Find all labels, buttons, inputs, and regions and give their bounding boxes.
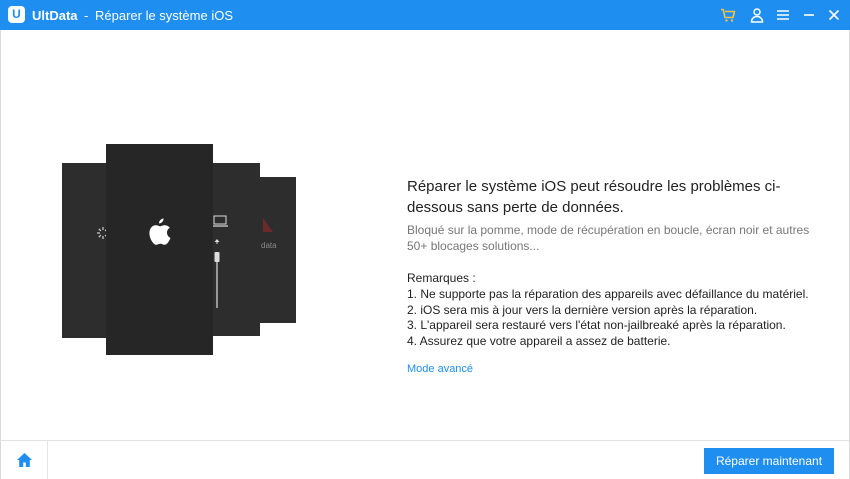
phone-card-apple — [106, 144, 213, 355]
main-content: data Réparer le système iOS peut résoudr… — [0, 30, 850, 440]
home-icon — [17, 453, 32, 467]
description: Bloqué sur la pomme, mode de récupératio… — [407, 223, 810, 253]
page-heading: Réparer le système iOS peut résoudre les… — [407, 178, 781, 216]
data-label: data — [261, 241, 277, 250]
note-item: 1. Ne supporte pas la réparation des app… — [407, 287, 809, 301]
notes-title: Remarques : — [407, 271, 476, 285]
apple-logo-icon — [149, 218, 171, 245]
phone-card-loading — [62, 163, 109, 338]
repair-now-button[interactable]: Réparer maintenant — [704, 448, 834, 474]
phone-card-laptop — [211, 163, 260, 336]
cart-icon[interactable] — [720, 7, 736, 23]
app-name: UltData — [32, 8, 78, 23]
home-button[interactable] — [1, 441, 48, 479]
note-item: 4. Assurez que votre appareil a assez de… — [407, 333, 671, 348]
title-separator: - — [84, 8, 89, 23]
notes-list: 1. Ne supporte pas la réparation des app… — [407, 287, 809, 349]
footer-bar: Réparer maintenant — [0, 440, 850, 479]
minimize-icon[interactable] — [801, 7, 817, 23]
laptop-icon — [212, 215, 228, 227]
menu-icon[interactable] — [775, 7, 791, 23]
user-icon[interactable] — [749, 7, 765, 23]
note-item: 2. iOS sera mis à jour vers la dernière … — [407, 302, 758, 317]
app-logo: U — [8, 6, 25, 23]
close-icon[interactable] — [826, 7, 842, 23]
note-item: 3. L'appareil sera restauré vers l'état … — [407, 318, 786, 332]
title-bar: U UltData - Réparer le système iOS — [0, 0, 850, 30]
window-title: Réparer le système iOS — [95, 8, 233, 23]
usb-cable-icon — [214, 239, 220, 308]
phone-card-data: data — [259, 177, 296, 323]
advanced-mode-link[interactable]: Mode avancé — [407, 363, 473, 375]
warning-icon — [263, 218, 273, 232]
